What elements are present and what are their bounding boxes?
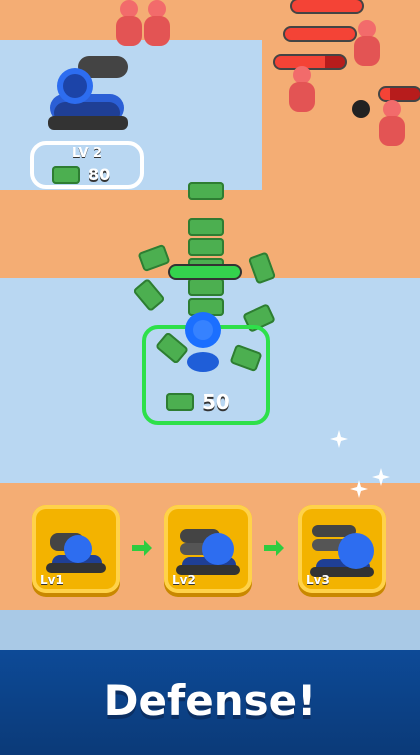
cash-icon [52, 165, 80, 184]
enemy-stickman [375, 100, 409, 156]
left-turret-level: LV 2 [71, 146, 103, 161]
health-fill [292, 0, 362, 12]
enemy-stickman [350, 20, 384, 76]
left-turret-price: 80 [52, 165, 110, 184]
cannonball [352, 100, 370, 118]
player-health-bar [170, 266, 240, 278]
upgrade-card-lv3: Lv3 [298, 505, 386, 593]
sparkle-icon [372, 468, 390, 486]
center-pad-price-value: 50 [202, 390, 230, 414]
health-fill [380, 88, 390, 100]
center-pad-price: 50 [166, 390, 230, 414]
right-arrow-icon [264, 540, 284, 556]
upgrade-strip-base [0, 610, 420, 655]
upgrade-label-lv2: Lv2 [172, 573, 196, 587]
enemy-health-bar [380, 88, 420, 100]
right-arrow-icon [132, 540, 152, 556]
upgrade-arrow-1 [130, 536, 154, 560]
health-fill [285, 28, 355, 40]
banner-title: Defense! [103, 676, 317, 725]
cash-icon [166, 393, 194, 411]
player-character [180, 312, 226, 374]
enemy-stickman [285, 66, 319, 122]
sparkle-icon [350, 480, 368, 498]
left-turret-price-value: 80 [88, 165, 111, 184]
upgrade-card-lv1: Lv1 [32, 505, 120, 593]
upgrade-label-lv1: Lv1 [40, 573, 64, 587]
sparkle-icon [330, 430, 348, 448]
player-health-fill [170, 266, 240, 278]
enemy-stickman [140, 0, 174, 56]
upgrade-arrow-2 [262, 536, 286, 560]
cash-stack [188, 182, 224, 322]
enemy-health-bar [285, 28, 355, 40]
upgrade-card-lv2: Lv2 [164, 505, 252, 593]
cannon-turret [40, 46, 138, 138]
enemy-health-bar [292, 0, 362, 12]
upgrade-label-lv3: Lv3 [306, 573, 330, 587]
